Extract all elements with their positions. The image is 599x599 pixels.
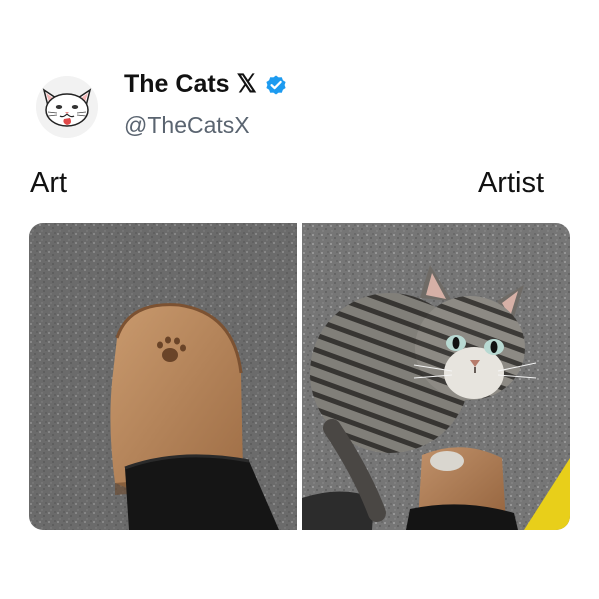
photo-left[interactable] <box>29 223 297 530</box>
user-handle[interactable]: @TheCatsX <box>124 112 250 139</box>
verified-badge-icon <box>266 75 286 94</box>
cat-avatar-icon <box>36 76 98 138</box>
x-logo-icon: 𝕏 <box>236 70 257 98</box>
caption-right: Artist <box>477 167 544 199</box>
display-name[interactable]: The Cats <box>124 70 230 99</box>
avatar[interactable] <box>36 76 98 138</box>
caption-left: Art <box>30 167 68 199</box>
tabby-cat-on-shoe-image <box>302 223 570 530</box>
media-container[interactable] <box>29 223 570 530</box>
shoe-with-paw-print-image <box>29 223 297 530</box>
photo-right[interactable] <box>302 223 570 530</box>
display-name-row[interactable]: The Cats 𝕏 <box>124 70 288 99</box>
